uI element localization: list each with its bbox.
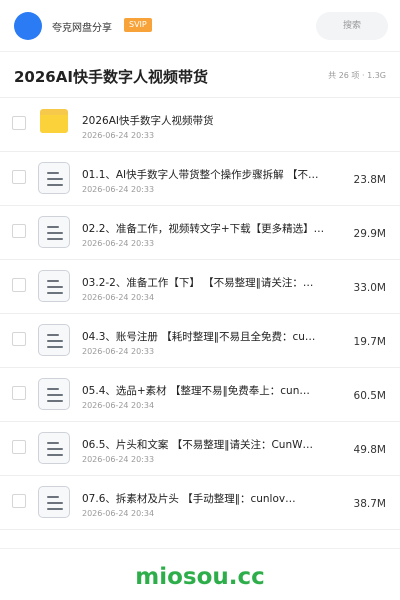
file-date: 2026-06-24 20:33: [82, 131, 155, 140]
file-size: 33.0M: [353, 282, 386, 294]
file-size: 38.7M: [353, 498, 386, 510]
file-size: 23.8M: [353, 174, 386, 186]
document-icon: [38, 378, 70, 410]
file-date: 2026-06-24 20:33: [82, 455, 155, 464]
top-header: 夸克网盘分享 SVIP: [0, 0, 400, 52]
site-name: 夸克网盘分享: [52, 23, 112, 34]
search-input[interactable]: [316, 12, 388, 40]
row-checkbox[interactable]: [12, 440, 26, 454]
file-row-7[interactable]: 07.6、拆素材及片头 【手动整理‖：cunlov… 2026-06-24 20…: [0, 476, 400, 530]
file-row-4[interactable]: 04.3、账号注册 【耗时整理‖不易且全免费：cu… 2026-06-24 20…: [0, 314, 400, 368]
document-icon: [38, 162, 70, 194]
file-name: 2026AI快手数字人视频带货: [82, 115, 214, 127]
row-checkbox[interactable]: [12, 170, 26, 184]
file-row-2[interactable]: 02.2、准备工作，视频转文字+下载【更多精选】… 2026-06-24 20:…: [0, 206, 400, 260]
file-name: 06.5、片头和文案 【不易整理‖请关注：CunW…: [82, 439, 313, 451]
file-row-0[interactable]: 2026AI快手数字人视频带货 2026-06-24 20:33: [0, 98, 400, 152]
row-checkbox[interactable]: [12, 386, 26, 400]
file-name: 03.2-2、准备工作【下】 【不易整理‖请关注：…: [82, 277, 314, 289]
document-icon: [38, 324, 70, 356]
page-title: 2026AI快手数字人视频带货: [14, 68, 208, 86]
file-date: 2026-06-24 20:33: [82, 239, 155, 248]
row-checkbox[interactable]: [12, 494, 26, 508]
file-size: 49.8M: [353, 444, 386, 456]
file-size: 60.5M: [353, 390, 386, 402]
file-name: 04.3、账号注册 【耗时整理‖不易且全免费：cu…: [82, 331, 316, 343]
row-checkbox[interactable]: [12, 278, 26, 292]
file-size: 29.9M: [353, 228, 386, 240]
file-row-1[interactable]: 01.1、AI快手数字人带货整个操作步骤拆解 【不… 2026-06-24 20…: [0, 152, 400, 206]
file-name: 05.4、选品+素材 【整理不易‖免费奉上：cun…: [82, 385, 310, 397]
file-size: 19.7M: [353, 336, 386, 348]
document-icon: [38, 486, 70, 518]
file-row-5[interactable]: 05.4、选品+素材 【整理不易‖免费奉上：cun… 2026-06-24 20…: [0, 368, 400, 422]
file-date: 2026-06-24 20:34: [82, 293, 155, 302]
file-name: 02.2、准备工作，视频转文字+下载【更多精选】…: [82, 223, 325, 235]
file-name: 07.6、拆素材及片头 【手动整理‖：cunlov…: [82, 493, 296, 505]
svip-badge: SVIP: [124, 18, 152, 32]
file-name: 01.1、AI快手数字人带货整个操作步骤拆解 【不…: [82, 169, 319, 181]
file-date: 2026-06-24 20:34: [82, 401, 155, 410]
document-icon: [38, 216, 70, 248]
file-date: 2026-06-24 20:34: [82, 509, 155, 518]
document-icon: [38, 270, 70, 302]
avatar[interactable]: [14, 12, 42, 40]
file-list: 2026AI快手数字人视频带货 2026-06-24 20:33 01.1、AI…: [0, 98, 400, 530]
item-count-meta: 共 26 项 · 1.3G: [328, 71, 386, 80]
file-row-6[interactable]: 06.5、片头和文案 【不易整理‖请关注：CunW… 2026-06-24 20…: [0, 422, 400, 476]
footer-divider: [0, 548, 400, 549]
folder-icon: [40, 109, 68, 133]
document-icon: [38, 432, 70, 464]
file-date: 2026-06-24 20:33: [82, 185, 155, 194]
title-bar: 2026AI快手数字人视频带货 共 26 项 · 1.3G: [0, 52, 400, 98]
watermark: miosou.cc: [135, 564, 265, 590]
row-checkbox[interactable]: [12, 332, 26, 346]
file-date: 2026-06-24 20:33: [82, 347, 155, 356]
row-checkbox[interactable]: [12, 224, 26, 238]
row-checkbox[interactable]: [12, 116, 26, 130]
file-row-3[interactable]: 03.2-2、准备工作【下】 【不易整理‖请关注：… 2026-06-24 20…: [0, 260, 400, 314]
